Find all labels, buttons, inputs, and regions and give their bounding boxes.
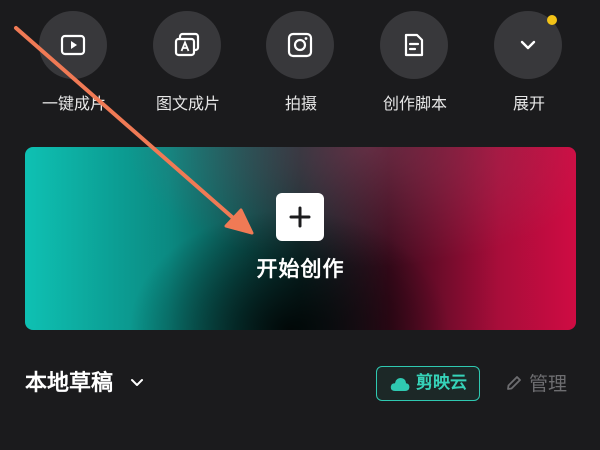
one-click-video-label: 一键成片 <box>41 94 106 113</box>
play-icon <box>60 34 86 56</box>
quick-tools-row: 一键成片 图文成片 拍摄 创作脚本 展开 <box>0 0 600 125</box>
start-creating-banner[interactable]: 开始创作 <box>25 147 576 330</box>
cloud-button[interactable]: 剪映云 <box>376 366 480 401</box>
cloud-label: 剪映云 <box>416 373 467 393</box>
manage-button[interactable]: 管理 <box>505 369 567 399</box>
shoot-tool[interactable]: 拍摄 <box>246 0 356 125</box>
image-text-icon-circle[interactable] <box>153 11 221 79</box>
start-creating-label: 开始创作 <box>256 257 345 281</box>
script-tool[interactable]: 创作脚本 <box>360 0 470 125</box>
one-click-video-tool[interactable]: 一键成片 <box>19 0 129 125</box>
chevron-down-icon <box>520 40 536 50</box>
image-text-icon <box>174 32 200 57</box>
script-label: 创作脚本 <box>382 94 447 113</box>
pencil-icon <box>507 375 521 390</box>
camera-icon <box>287 32 313 58</box>
plus-icon <box>289 206 311 228</box>
local-drafts-dropdown[interactable]: 本地草稿 <box>25 367 145 401</box>
shoot-label: 拍摄 <box>284 94 317 113</box>
start-creating-button[interactable] <box>276 193 324 241</box>
notification-dot <box>547 15 557 25</box>
one-click-video-icon-circle[interactable] <box>39 11 107 79</box>
chevron-down-icon <box>130 379 143 386</box>
cloud-icon <box>390 378 410 391</box>
expand-label: 展开 <box>512 94 545 113</box>
script-icon <box>404 33 424 57</box>
image-text-video-tool[interactable]: 图文成片 <box>133 0 243 125</box>
expand-tool[interactable]: 展开 <box>474 0 584 125</box>
shoot-icon-circle[interactable] <box>266 11 334 79</box>
script-icon-circle[interactable] <box>380 11 448 79</box>
manage-label: 管理 <box>529 373 568 395</box>
local-drafts-title: 本地草稿 <box>25 371 114 396</box>
home-screen: 一键成片 图文成片 拍摄 创作脚本 展开 开始创作 本地草稿 剪映云 管理 <box>0 0 600 450</box>
image-text-video-label: 图文成片 <box>155 94 220 113</box>
